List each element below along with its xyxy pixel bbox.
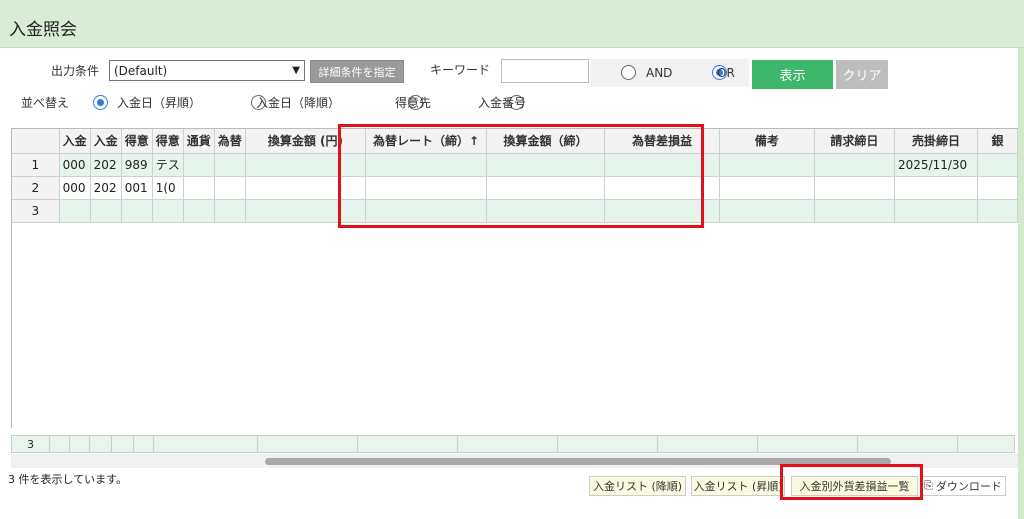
highlight-fx-columns	[338, 124, 704, 228]
show-button[interactable]: 表示	[752, 60, 833, 89]
sort-option-customer: 得意先	[395, 96, 432, 110]
table-cell	[183, 153, 215, 177]
table-cell: 000	[59, 153, 91, 177]
footer-cell	[558, 436, 658, 452]
footer-cell	[50, 436, 70, 452]
table-cell	[977, 199, 1018, 223]
highlight-fx-list-button	[780, 464, 923, 500]
table-cell	[214, 199, 246, 223]
table-cell: 001	[121, 176, 153, 200]
table-cell: 000	[59, 176, 91, 200]
header-cell[interactable]: 請求締日	[814, 129, 896, 154]
table-cell	[90, 199, 122, 223]
table-cell	[719, 199, 815, 223]
footer-cell	[458, 436, 558, 452]
sort-option-date-asc: 入金日（昇順）	[117, 96, 202, 110]
footer-cell	[134, 436, 154, 452]
or-label: OR	[717, 66, 735, 80]
output-condition-value: (Default)	[114, 63, 168, 78]
and-radio[interactable]	[621, 65, 636, 80]
row-number: 3	[12, 199, 60, 223]
download-icon: ⎘	[924, 479, 933, 492]
header-cell[interactable]: 備考	[719, 129, 815, 154]
row-number: 1	[12, 153, 60, 177]
footer-cell	[90, 436, 112, 452]
header-cell[interactable]: 得意	[152, 129, 184, 154]
list-desc-button[interactable]: 入金リスト (降順)	[589, 476, 686, 496]
table-cell	[214, 153, 246, 177]
header-cell[interactable]: 得意	[121, 129, 153, 154]
table-cell	[814, 199, 896, 223]
table-cell: 1(0	[152, 176, 184, 200]
table-cell	[152, 199, 184, 223]
table-cell: 202	[90, 176, 122, 200]
list-asc-button[interactable]: 入金リスト (昇順)	[691, 476, 785, 496]
download-label: ダウンロード	[935, 480, 1002, 493]
table-cell	[894, 176, 979, 200]
footer-cell	[112, 436, 134, 452]
table-cell	[121, 199, 153, 223]
header-cell[interactable]: 入金	[59, 129, 91, 154]
sort-option-date-desc: 入金日（降順）	[256, 96, 341, 110]
page-title: 入金照会	[9, 20, 77, 40]
download-button[interactable]: ⎘ ダウンロード	[920, 476, 1006, 496]
and-label: AND	[646, 66, 673, 80]
table-cell	[719, 176, 815, 200]
keyword-input[interactable]	[501, 59, 589, 83]
footer-cell	[154, 436, 258, 452]
sort-option-number: 入金番号	[478, 96, 527, 110]
output-condition-select[interactable]: (Default) ▼	[109, 60, 305, 81]
footer-cell	[858, 436, 958, 452]
table-cell: 202	[90, 153, 122, 177]
footer-cell	[70, 436, 90, 452]
table-cell: テス	[152, 153, 184, 177]
grid-footer-row: 3	[11, 435, 1015, 453]
header-cell	[12, 129, 60, 154]
table-cell: 2025/11/30	[894, 153, 979, 177]
footer-cell	[658, 436, 758, 452]
header-cell[interactable]: 銀	[977, 129, 1018, 154]
footer-cell	[258, 436, 358, 452]
sort-label: 並べ替え	[21, 96, 70, 110]
detail-condition-button[interactable]: 詳細条件を指定	[310, 60, 404, 83]
sort-radio-date-asc[interactable]	[93, 95, 108, 110]
footer-count: 3	[12, 436, 50, 452]
footer-cell	[758, 436, 858, 452]
main-panel: 出力条件 (Default) ▼ 詳細条件を指定 キーワード AND OR 表示…	[0, 48, 1018, 519]
table-cell	[977, 153, 1018, 177]
title-bar: 入金照会	[0, 0, 1024, 48]
table-cell: 989	[121, 153, 153, 177]
table-cell	[59, 199, 91, 223]
table-cell	[183, 176, 215, 200]
table-cell	[814, 153, 896, 177]
header-cell[interactable]: 通貨	[183, 129, 215, 154]
clear-button[interactable]: クリア	[836, 60, 888, 89]
output-condition-label: 出力条件	[51, 64, 100, 78]
row-number: 2	[12, 176, 60, 200]
header-cell[interactable]: 為替	[214, 129, 246, 154]
table-cell	[719, 153, 815, 177]
chevron-down-icon: ▼	[292, 65, 300, 76]
footer-cell	[358, 436, 458, 452]
table-cell	[214, 176, 246, 200]
table-cell	[894, 199, 979, 223]
keyword-label: キーワード	[430, 63, 491, 77]
table-cell	[183, 199, 215, 223]
record-count-text: 3 件を表示しています。	[8, 473, 128, 486]
table-cell	[977, 176, 1018, 200]
header-cell[interactable]: 売掛締日	[894, 129, 979, 154]
header-cell[interactable]: 入金	[90, 129, 122, 154]
and-or-box: AND OR	[591, 59, 749, 87]
table-cell	[814, 176, 896, 200]
